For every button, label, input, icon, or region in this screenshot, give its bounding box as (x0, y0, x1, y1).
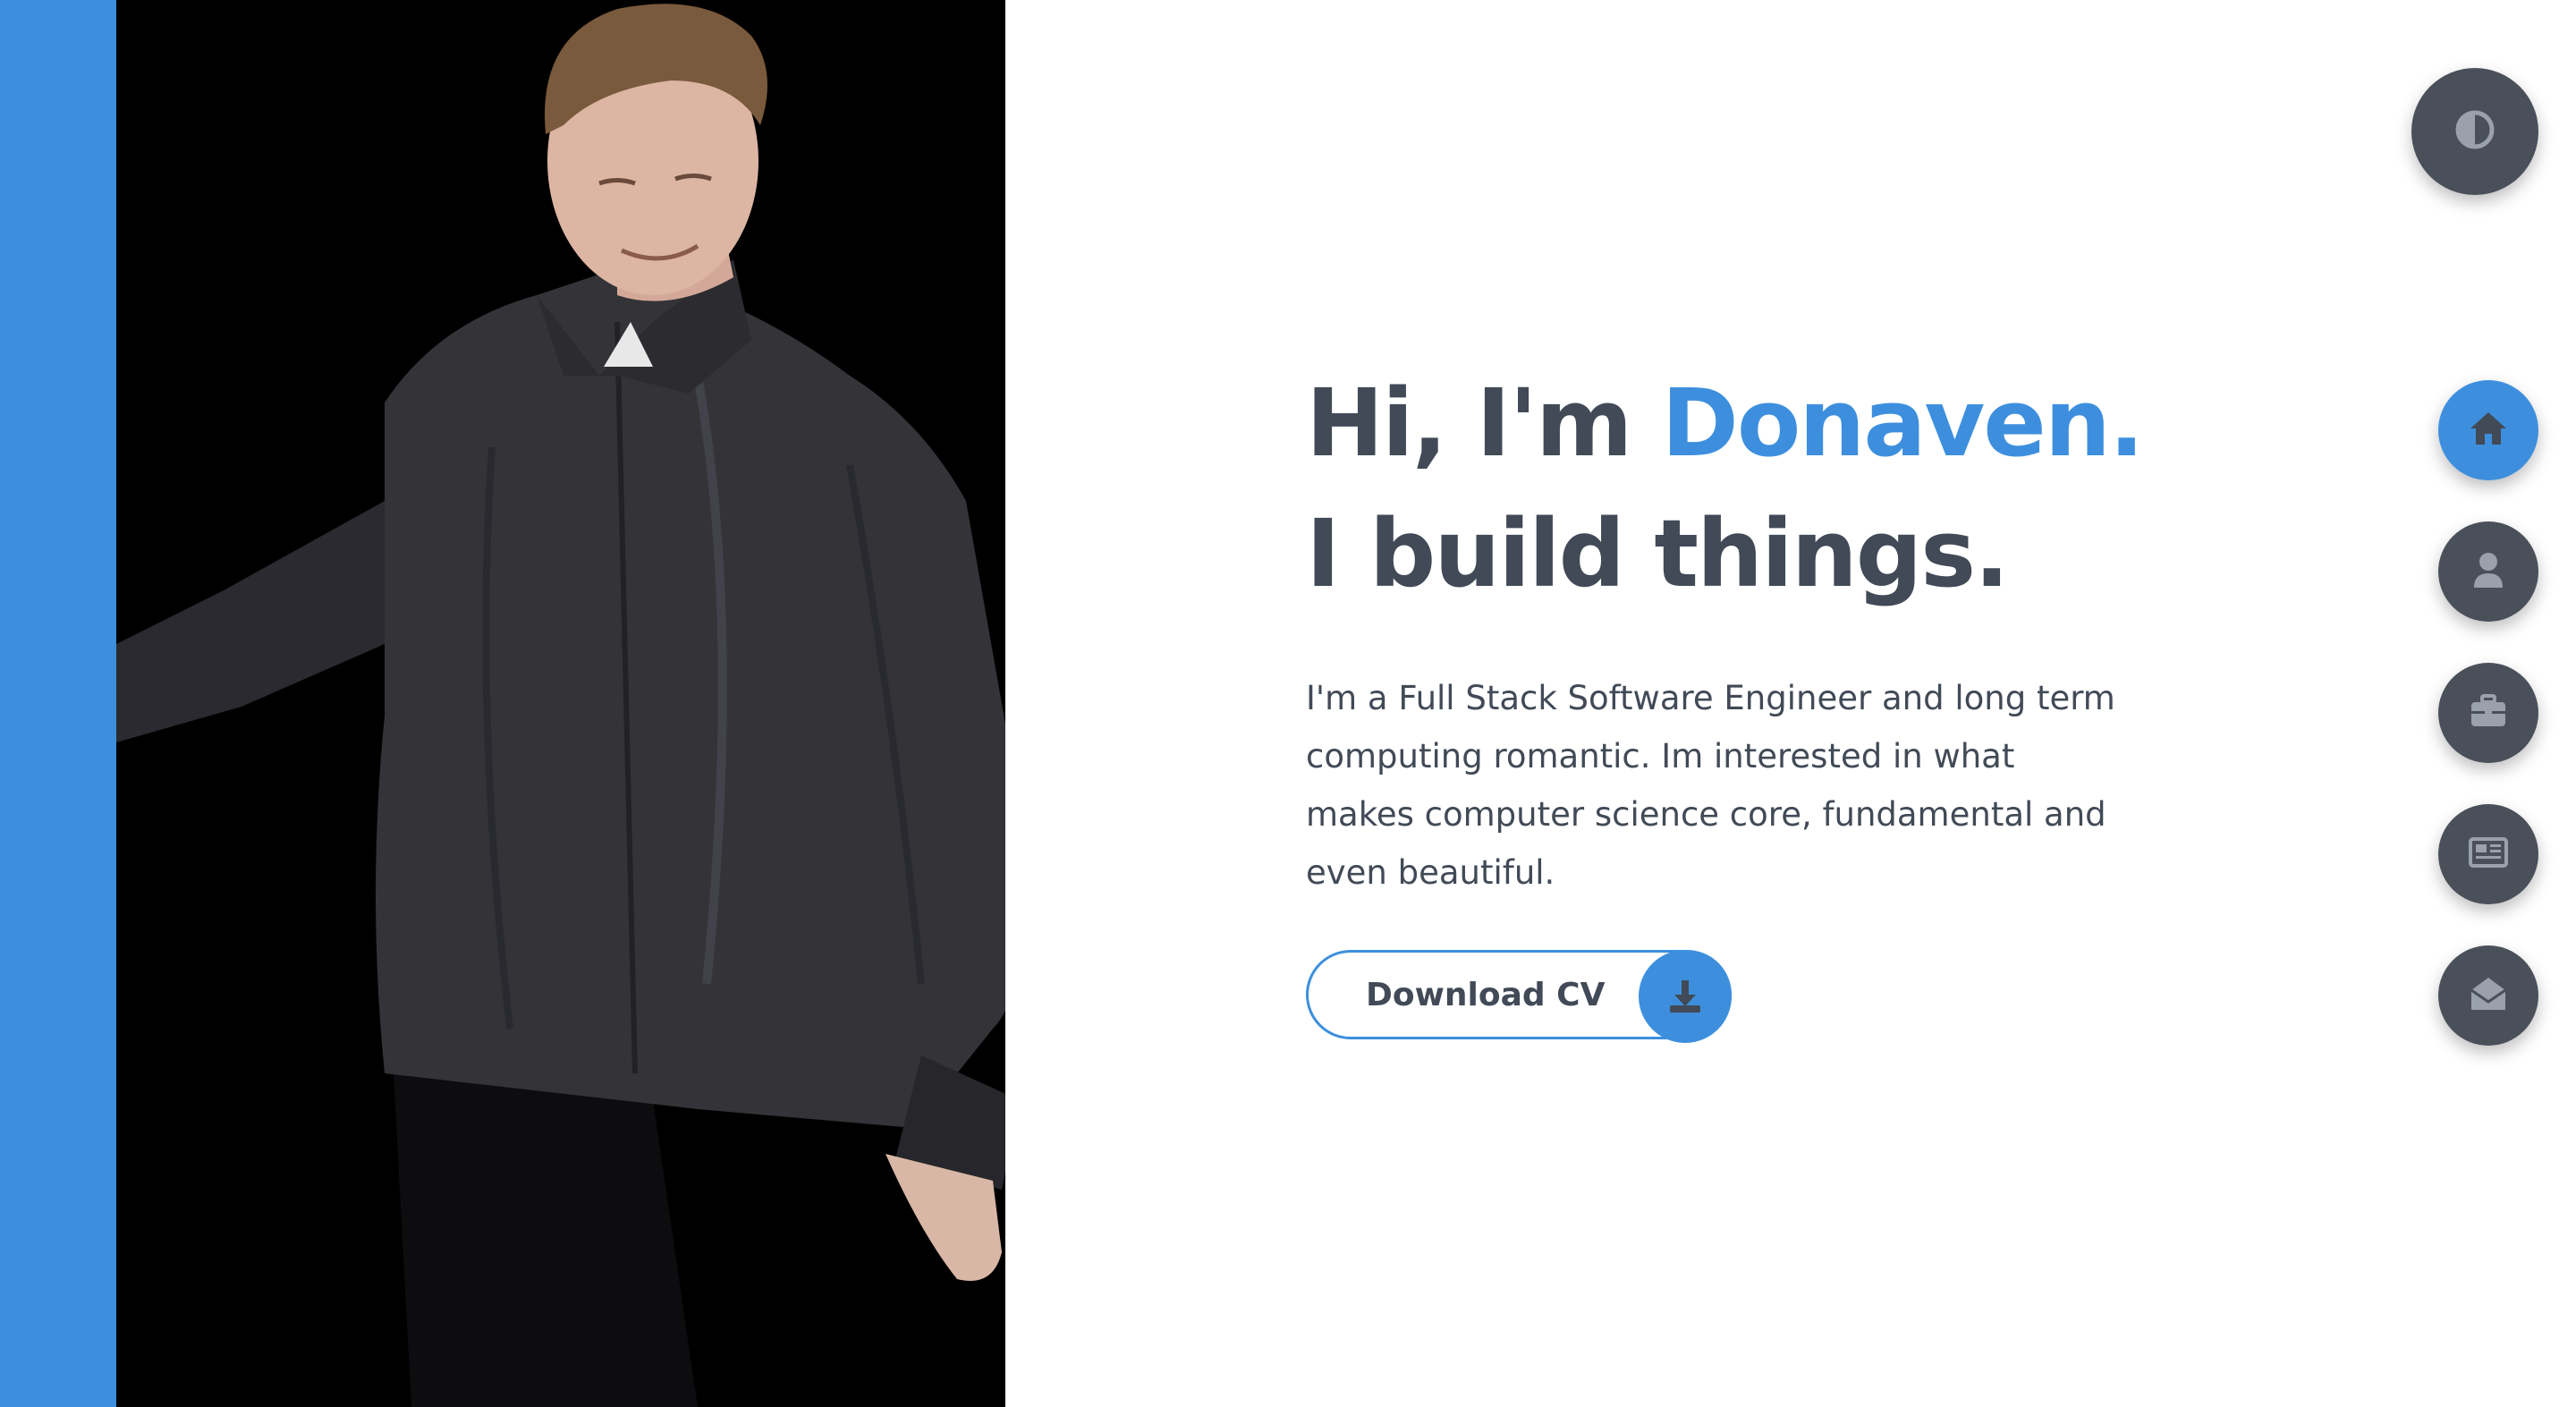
nav-about-button[interactable] (2438, 521, 2538, 622)
nav-home-button[interactable] (2438, 380, 2538, 480)
hero-greeting: Hi, I'm (1306, 369, 1662, 478)
contrast-icon (2454, 109, 2496, 154)
hero-tagline: I build things. (1306, 499, 2010, 608)
hero-section: Hi, I'm Donaven. I build things. I'm a Fu… (1306, 358, 2200, 1043)
hero-name: Donaven. (1661, 369, 2145, 478)
page: Hi, I'm Donaven. I build things. I'm a Fu… (0, 0, 2576, 1407)
download-cv-button[interactable]: Download CV (1306, 950, 1732, 1043)
nav-blog-button[interactable] (2438, 804, 2538, 904)
newspaper-icon (2469, 837, 2508, 871)
user-icon (2472, 552, 2504, 591)
envelope-open-icon (2470, 976, 2507, 1015)
profile-photo (116, 0, 1005, 1407)
download-icon (1639, 950, 1732, 1043)
hero-heading: Hi, I'm Donaven. I build things. (1306, 358, 2200, 619)
nav-portfolio-button[interactable] (2438, 663, 2538, 763)
home-icon (2469, 411, 2508, 450)
nav-contact-button[interactable] (2438, 945, 2538, 1046)
hero-description: I'm a Full Stack Software Engineer and l… (1306, 679, 2115, 892)
theme-toggle-button[interactable] (2411, 68, 2538, 195)
download-cv-label: Download CV (1366, 977, 1606, 1013)
accent-bar (0, 0, 116, 1407)
briefcase-icon (2470, 694, 2507, 732)
